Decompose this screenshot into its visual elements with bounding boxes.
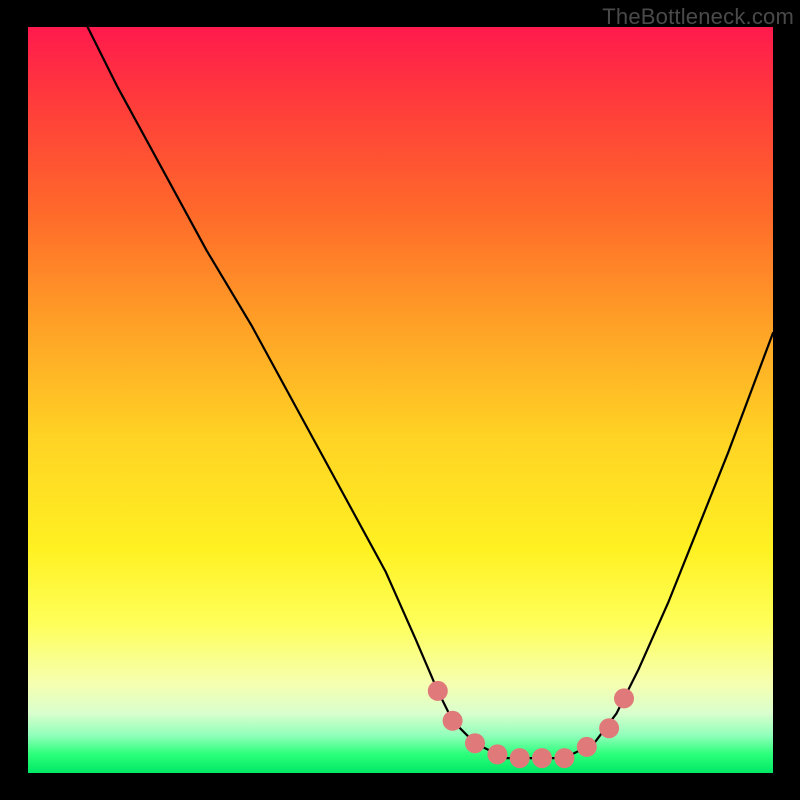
plot-area xyxy=(28,27,773,773)
highlight-dots xyxy=(428,681,634,768)
highlight-dot xyxy=(532,748,552,768)
highlight-dot xyxy=(554,748,574,768)
highlight-dot xyxy=(465,733,485,753)
highlight-dot xyxy=(599,718,619,738)
highlight-dot xyxy=(614,688,634,708)
curve-line xyxy=(88,27,773,758)
chart-frame: TheBottleneck.com xyxy=(0,0,800,800)
highlight-dot xyxy=(428,681,448,701)
highlight-dot xyxy=(577,737,597,757)
highlight-dot xyxy=(487,744,507,764)
chart-svg xyxy=(28,27,773,773)
highlight-dot xyxy=(510,748,530,768)
highlight-dot xyxy=(443,711,463,731)
